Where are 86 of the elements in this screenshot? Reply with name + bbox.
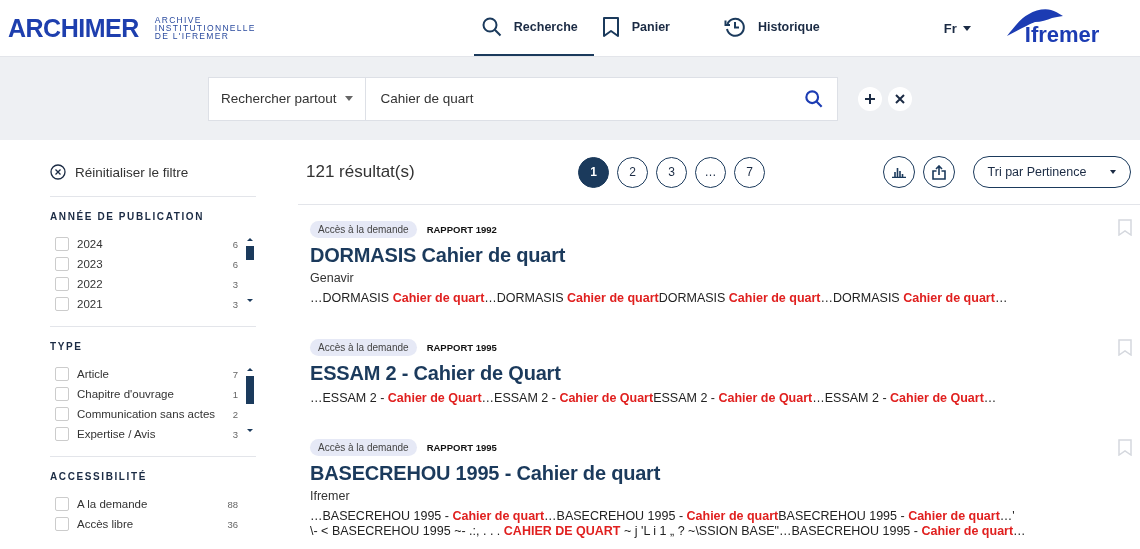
statistics-button[interactable] [883, 156, 915, 188]
option-count: 2 [232, 408, 238, 420]
scrollbar[interactable] [246, 366, 254, 434]
bookmark-icon[interactable] [1118, 219, 1132, 236]
caret-icon [962, 25, 971, 31]
document-type: RAPPORT 1992 [426, 224, 497, 235]
document-type: RAPPORT 1995 [426, 442, 497, 453]
filter-option[interactable]: 2022 [77, 278, 233, 290]
search-icon [481, 17, 502, 37]
search-field[interactable]: Cahier de quart [365, 76, 791, 121]
result-title[interactable]: BASECREHOU 1995 - Cahier de quart [310, 462, 661, 485]
bar-chart-icon [892, 166, 906, 178]
checkbox[interactable] [55, 497, 69, 511]
filter-option[interactable]: Expertise / Avis [77, 428, 233, 440]
result-title[interactable]: DORMASIS Cahier de quart [310, 244, 566, 267]
archimer-logo[interactable]: ARCHIMER [8, 13, 139, 43]
caret-icon [344, 96, 353, 101]
option-count: 3 [232, 278, 238, 290]
share-icon [932, 164, 946, 180]
page-button[interactable]: 7 [734, 156, 765, 188]
option-count: 3 [232, 428, 238, 440]
page-button[interactable]: … [695, 156, 726, 188]
scrollbar[interactable] [246, 236, 254, 304]
access-tag: Accès à la demande [310, 221, 417, 238]
result-author: Ifremer [310, 489, 351, 503]
filter-option[interactable]: Communication sans actes [77, 408, 233, 420]
caret-icon [1110, 170, 1117, 174]
logo-tagline: ARCHIVE INSTITUTIONNELLE DE L'IFREMER [154, 16, 256, 40]
filter-heading: ACCESSIBILITÉ [50, 471, 148, 482]
access-tag: Accès à la demande [310, 439, 417, 456]
filter-option[interactable]: 2024 [77, 238, 233, 250]
option-count: 36 [227, 518, 238, 530]
export-button[interactable] [923, 156, 955, 188]
filter-heading: ANNÉE DE PUBLICATION [50, 211, 206, 222]
nav-tab[interactable]: Historique [715, 0, 836, 56]
checkbox[interactable] [55, 237, 69, 251]
filter-option[interactable]: Article [77, 368, 233, 380]
history-icon [723, 16, 746, 38]
plus-icon [864, 92, 876, 105]
scope-dropdown[interactable]: Rechercher partout [208, 76, 366, 121]
reset-filter-link[interactable]: Réinitialiser le filtre [50, 154, 256, 197]
page-button[interactable]: 2 [617, 156, 648, 188]
option-count: 1 [232, 388, 238, 400]
language-selector[interactable]: Fr [943, 20, 971, 36]
search-button[interactable] [791, 76, 838, 121]
checkbox[interactable] [55, 427, 69, 441]
checkbox[interactable] [55, 277, 69, 291]
filter-option[interactable]: 2021 [77, 298, 233, 310]
result-title[interactable]: ESSAM 2 - Cahier de Quart [310, 362, 561, 385]
results-count: 121 résultat(s) [305, 162, 416, 182]
close-icon [895, 93, 905, 104]
ifremer-logo[interactable]: Ifremer [1004, 8, 1105, 48]
checkbox[interactable] [55, 297, 69, 311]
filter-option[interactable]: Chapitre d'ouvrage [77, 388, 233, 400]
access-tag: Accès à la demande [310, 339, 417, 356]
result-snippet: …BASECREHOU 1995 - Cahier de quart…BASECREHOU 1995 - Cahier de quartBASECREHOU 1995 - Cahier de quart…' [310, 509, 1015, 523]
result-snippet: …DORMASIS Cahier de quart…DORMASIS Cahier de quartDORMASIS Cahier de quart…DORMASIS Cahier de quart… [310, 291, 1008, 305]
filter-option[interactable]: Accès libre [77, 518, 228, 530]
nav-tab[interactable]: Panier [593, 0, 686, 56]
result-author: Genavir [310, 271, 355, 285]
filter-option[interactable]: 2023 [77, 258, 233, 270]
option-count: 6 [232, 258, 238, 270]
result-snippet: …ESSAM 2 - Cahier de Quart…ESSAM 2 - Cahier de QuartESSAM 2 - Cahier de Quart…ESSAM 2 - Cahier de Quart… [310, 391, 997, 405]
checkbox[interactable] [55, 517, 69, 531]
option-count: 88 [227, 498, 238, 510]
checkbox[interactable] [55, 387, 69, 401]
close-icon [50, 164, 66, 180]
result-snippet: \- < BASECREHOU 1995 ~- .:, . . . CAHIER DE QUART ~ j 'L i 1 „ ? ~\SSION BASE"…BASECREHOU 1995 - Cahier de quart… [310, 524, 1026, 538]
bookmark-icon[interactable] [1118, 339, 1132, 356]
option-count: 7 [232, 368, 238, 380]
sort-dropdown[interactable]: Tri par Pertinence [973, 156, 1131, 188]
add-button[interactable] [858, 86, 882, 111]
search-icon [805, 89, 823, 108]
document-type: RAPPORT 1995 [426, 342, 497, 353]
page-button[interactable]: 3 [656, 156, 687, 188]
filter-heading: TYPE [50, 341, 84, 352]
option-count: 6 [232, 238, 238, 250]
page-button[interactable]: 1 [578, 156, 609, 188]
checkbox[interactable] [55, 257, 69, 271]
clear-button[interactable] [888, 86, 912, 111]
checkbox[interactable] [55, 407, 69, 421]
option-count: 3 [232, 298, 238, 310]
checkbox[interactable] [55, 367, 69, 381]
bookmark-icon [601, 16, 620, 38]
bookmark-icon[interactable] [1118, 439, 1132, 456]
filter-option[interactable]: A la demande [77, 498, 228, 510]
